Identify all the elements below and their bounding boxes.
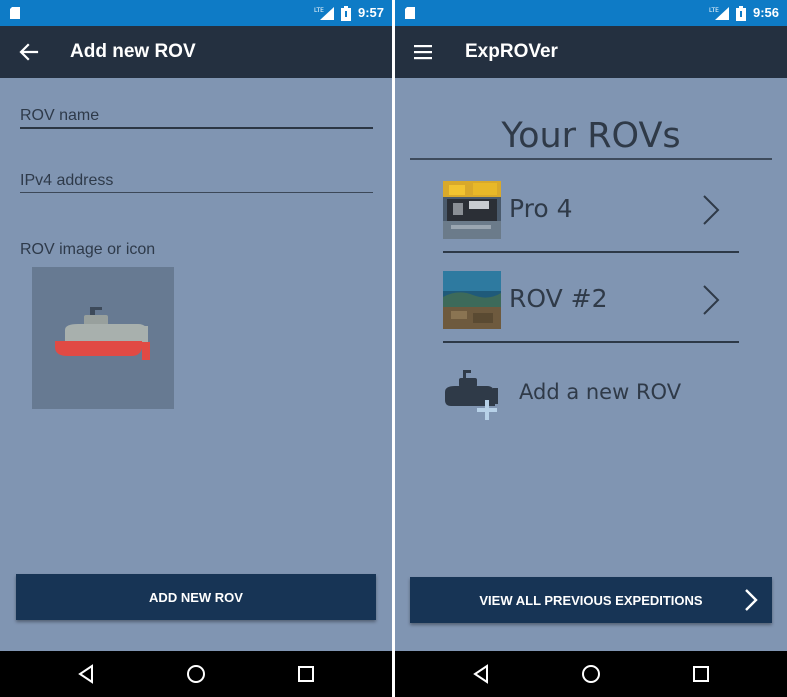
status-time: 9:56 bbox=[752, 5, 779, 20]
chevron-right-icon bbox=[703, 285, 720, 315]
navigation-bar bbox=[0, 651, 392, 697]
submarine-icon bbox=[55, 307, 150, 360]
view-previous-expeditions-label: VIEW ALL PREVIOUS EXPEDITIONS bbox=[479, 592, 703, 608]
add-new-rov-button-label: ADD NEW ROV bbox=[149, 589, 243, 605]
svg-text:LTE: LTE bbox=[314, 7, 324, 14]
rov-list-item[interactable]: ROV #2 bbox=[443, 271, 739, 343]
rov-name-input[interactable]: ROV name bbox=[20, 106, 373, 126]
menu-icon[interactable] bbox=[413, 41, 435, 63]
back-icon[interactable] bbox=[469, 662, 493, 686]
rov-photo-underwater bbox=[443, 271, 501, 329]
home-icon[interactable] bbox=[579, 662, 603, 686]
sd-card-icon bbox=[405, 7, 415, 19]
rov-name: Pro 4 bbox=[509, 194, 573, 223]
chevron-right-icon bbox=[745, 589, 758, 611]
chevron-right-icon bbox=[703, 195, 720, 225]
add-submarine-icon bbox=[445, 370, 498, 420]
rov-name: ROV #2 bbox=[509, 284, 608, 313]
status-bar: LTE 9:56 bbox=[395, 0, 787, 26]
list-divider bbox=[443, 341, 739, 343]
page-heading: Your ROVs bbox=[501, 116, 681, 156]
view-previous-expeditions-button[interactable]: VIEW ALL PREVIOUS EXPEDITIONS bbox=[410, 577, 772, 623]
heading-divider bbox=[410, 158, 772, 160]
battery-icon bbox=[340, 5, 351, 21]
add-new-rov-button[interactable]: ADD NEW ROV bbox=[16, 574, 376, 620]
app-bar: ExpROVer bbox=[395, 26, 787, 78]
lte-signal-icon: LTE bbox=[314, 7, 334, 20]
recents-icon[interactable] bbox=[294, 662, 318, 686]
rov-list-screen: LTE 9:56 ExpROVer Your ROVs Pro 4 ROV #2… bbox=[395, 0, 787, 697]
rov-list-item[interactable]: Pro 4 bbox=[443, 181, 739, 253]
rov-name-field[interactable]: ROV name bbox=[20, 106, 373, 130]
app-bar: Add new ROV bbox=[0, 26, 392, 78]
ipv4-address-input[interactable]: IPv4 address bbox=[20, 171, 373, 191]
add-new-rov-row[interactable]: Add a new ROV bbox=[443, 366, 743, 422]
add-rov-screen: LTE 9:57 Add new ROV ROV name IPv4 addre… bbox=[0, 0, 392, 697]
list-divider bbox=[443, 251, 739, 253]
input-underline bbox=[20, 192, 373, 193]
input-underline bbox=[20, 127, 373, 129]
home-icon[interactable] bbox=[184, 662, 208, 686]
rov-thumbnail bbox=[443, 181, 501, 239]
rov-thumbnail bbox=[443, 271, 501, 329]
app-title: ExpROVer bbox=[465, 41, 558, 62]
image-picker-label: ROV image or icon bbox=[20, 241, 156, 258]
status-time: 9:57 bbox=[357, 5, 384, 20]
image-picker[interactable] bbox=[32, 267, 174, 409]
svg-text:LTE: LTE bbox=[709, 7, 719, 14]
recents-icon[interactable] bbox=[689, 662, 713, 686]
page-title: Add new ROV bbox=[70, 41, 196, 62]
sd-card-icon bbox=[10, 7, 20, 19]
add-new-rov-label: Add a new ROV bbox=[519, 380, 682, 404]
status-bar: LTE 9:57 bbox=[0, 0, 392, 26]
battery-icon bbox=[735, 5, 746, 21]
ipv4-address-field[interactable]: IPv4 address bbox=[20, 171, 373, 195]
lte-signal-icon: LTE bbox=[709, 7, 729, 20]
navigation-bar bbox=[395, 651, 787, 697]
back-arrow-icon[interactable] bbox=[18, 41, 40, 63]
rov-photo-yellow bbox=[443, 181, 501, 239]
back-icon[interactable] bbox=[74, 662, 98, 686]
